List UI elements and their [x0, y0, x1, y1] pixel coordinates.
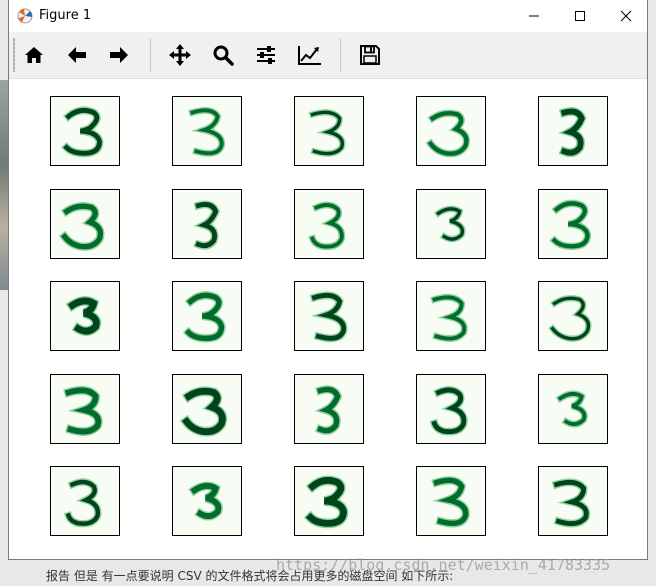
toolbar-separator: [150, 38, 151, 72]
digit-three-glyph: [188, 481, 223, 521]
figure-window: Figure 1: [8, 0, 648, 560]
digit-three-glyph: [193, 200, 220, 250]
digit-three-glyph: [431, 476, 470, 528]
digit-three-glyph: [549, 199, 592, 250]
move-icon: [169, 44, 191, 66]
save-button[interactable]: [355, 40, 385, 70]
home-button[interactable]: [19, 40, 49, 70]
digit-three-glyph: [548, 295, 592, 342]
arrow-left-icon: [68, 47, 86, 63]
digit-three-glyph: [63, 478, 102, 528]
digit-image-r2-c2: [172, 189, 242, 259]
digit-three-glyph: [429, 386, 468, 436]
digit-image-r2-c1: [50, 189, 120, 259]
digit-image-r1-c2: [172, 96, 242, 166]
digit-image-r2-c3: [294, 189, 364, 259]
close-button[interactable]: [603, 0, 649, 32]
line-chart-icon: [298, 46, 321, 65]
maximize-button[interactable]: [557, 0, 603, 32]
digit-three-glyph: [58, 202, 105, 251]
digit-three-glyph: [430, 293, 468, 342]
digit-image-r3-c4: [416, 281, 486, 351]
digit-three-glyph: [314, 385, 343, 435]
background-window-edge: [0, 80, 8, 290]
digit-three-glyph: [425, 109, 471, 158]
digit-three-glyph: [308, 109, 346, 157]
digit-image-r2-c5: [538, 189, 608, 259]
zoom-button[interactable]: [208, 40, 238, 70]
sliders-icon: [257, 46, 275, 64]
digit-three-glyph: [303, 475, 349, 529]
digit-image-r4-c2: [172, 374, 242, 444]
digit-three-glyph: [558, 107, 587, 158]
subplots-button[interactable]: [251, 40, 281, 70]
pan-button[interactable]: [165, 40, 195, 70]
digit-image-r3-c5: [538, 281, 608, 351]
digit-image-r5-c5: [538, 466, 608, 536]
digit-three-glyph: [555, 390, 588, 428]
digit-image-r3-c2: [172, 281, 242, 351]
digit-image-r3-c3: [294, 281, 364, 351]
maximize-icon: [575, 11, 585, 21]
window-title: Figure 1: [39, 8, 92, 23]
home-icon: [25, 47, 43, 63]
digit-image-r5-c1: [50, 466, 120, 536]
watermark: https://blog.csdn.net/weixin_41783335: [276, 556, 611, 574]
digit-image-r1-c5: [538, 96, 608, 166]
digit-image-r3-c1: [50, 281, 120, 351]
digit-three-glyph: [179, 386, 228, 437]
digit-three-glyph: [309, 291, 348, 343]
title-bar[interactable]: Figure 1: [9, 0, 647, 32]
digit-image-r4-c1: [50, 374, 120, 444]
arrow-right-icon: [110, 47, 128, 63]
toolbar-grip[interactable]: [13, 38, 15, 72]
digit-image-r4-c3: [294, 374, 364, 444]
digit-three-glyph: [182, 291, 226, 343]
digit-image-r2-c4: [416, 189, 486, 259]
edit-axes-button[interactable]: [295, 40, 325, 70]
digit-image-r5-c4: [416, 466, 486, 536]
digit-stroke: [181, 387, 226, 436]
forward-button[interactable]: [104, 40, 134, 70]
matplotlib-app-icon: [16, 7, 34, 25]
digit-three-glyph: [433, 205, 466, 243]
digit-image-r5-c2: [172, 466, 242, 536]
navigation-toolbar: [9, 32, 647, 79]
digit-image-r4-c4: [416, 374, 486, 444]
digit-three-glyph: [188, 106, 226, 157]
digit-three-glyph: [308, 201, 346, 251]
minimize-button[interactable]: [511, 0, 557, 32]
toolbar-separator: [340, 38, 341, 72]
digit-three-glyph: [65, 296, 102, 336]
digit-three-glyph: [63, 385, 103, 436]
digit-image-r1-c4: [416, 96, 486, 166]
magnifier-icon: [213, 45, 234, 66]
floppy-disk-icon: [360, 45, 380, 65]
figure-canvas[interactable]: [9, 79, 647, 555]
close-icon: [620, 10, 632, 22]
digit-image-r5-c3: [294, 466, 364, 536]
digit-image-r1-c3: [294, 96, 364, 166]
digit-stroke: [60, 203, 104, 250]
digit-image-r4-c5: [538, 374, 608, 444]
digit-image-r1-c1: [50, 96, 120, 166]
back-button[interactable]: [62, 40, 92, 70]
minimize-icon: [529, 15, 539, 17]
digit-three-glyph: [61, 106, 104, 158]
digit-three-glyph: [551, 478, 591, 528]
